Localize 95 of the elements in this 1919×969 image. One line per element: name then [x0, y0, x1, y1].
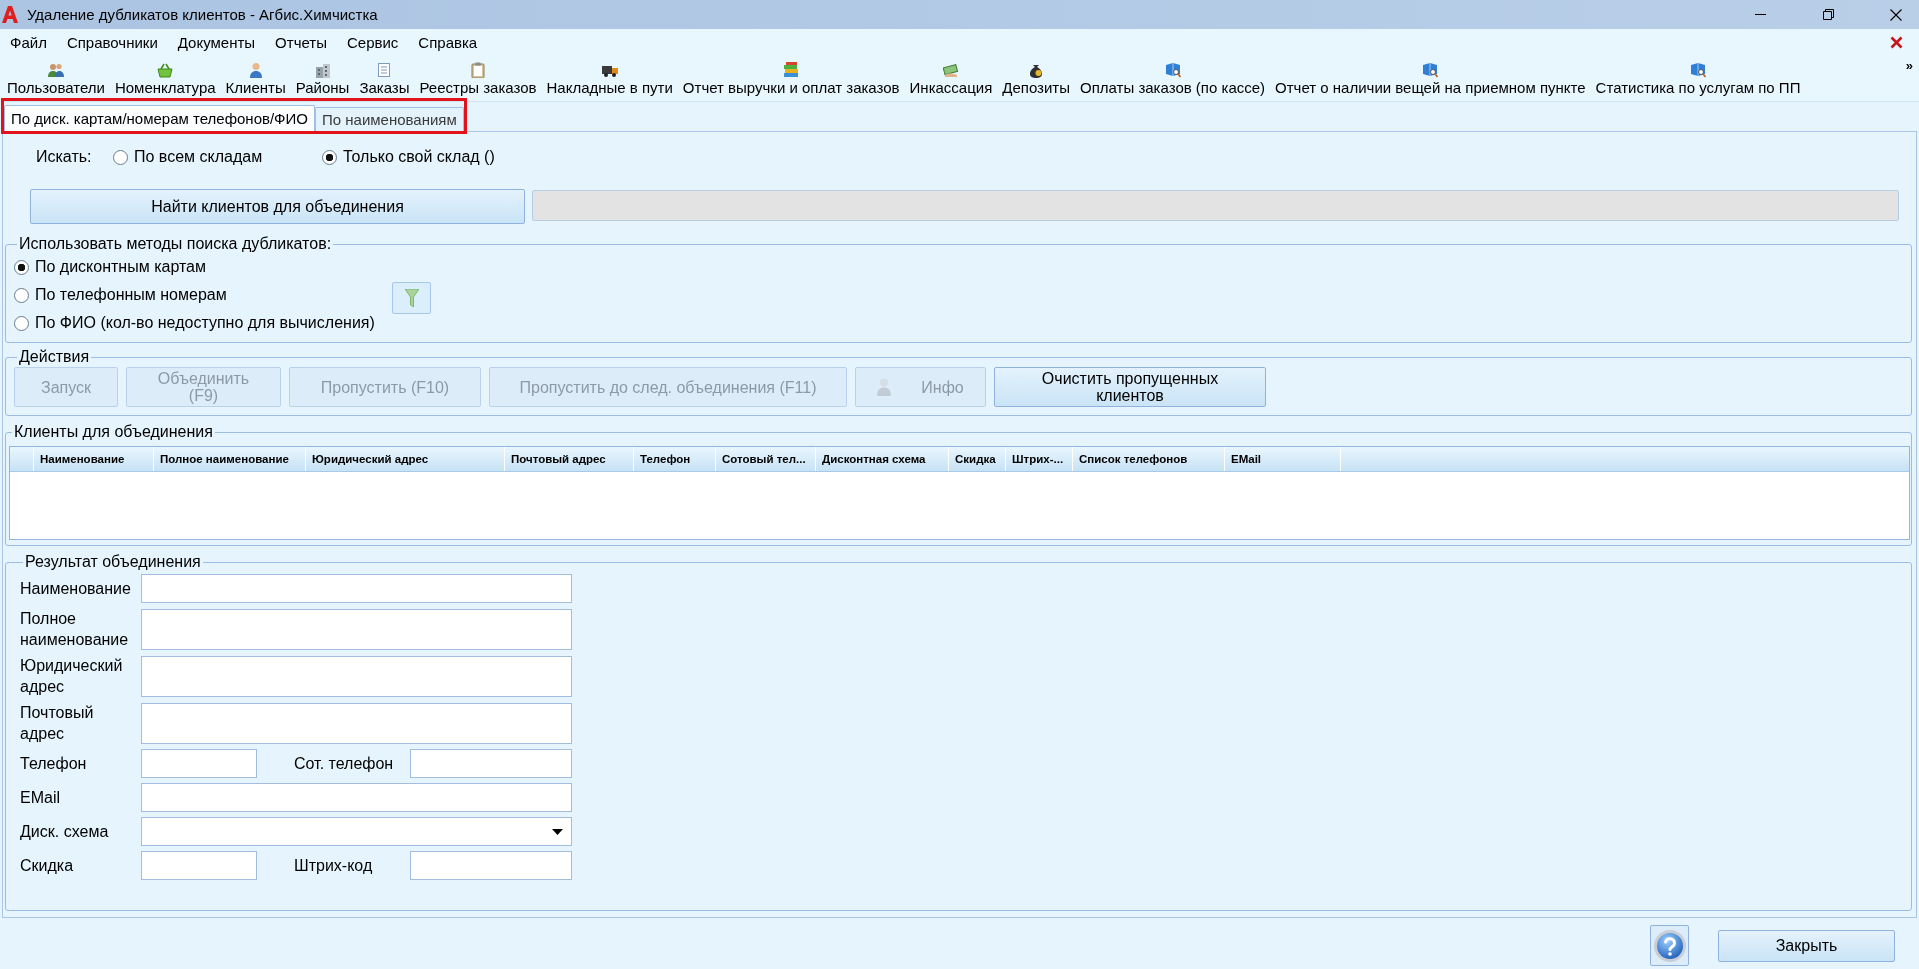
- close-icon[interactable]: [1890, 35, 1903, 49]
- book-search-icon: [1690, 62, 1706, 78]
- toolbar-button[interactable]: Отчет выручки и оплат заказов: [682, 62, 900, 97]
- radio-label[interactable]: По дисконтным картам: [35, 258, 206, 276]
- group-title: Клиенты для объединения: [13, 423, 214, 441]
- field-label: Полное наименование: [20, 609, 130, 650]
- window-title: Удаление дубликатов клиентов - Агбис.Химчистка: [27, 6, 379, 23]
- tab[interactable]: По диск. картам/номерам телефонов/ФИО: [4, 105, 315, 131]
- filter-button[interactable]: [392, 282, 431, 314]
- text-field[interactable]: [141, 702, 572, 744]
- field-label: Скидка: [20, 856, 75, 876]
- search-scope-label: Искать:: [36, 148, 93, 166]
- toolbar-button[interactable]: Реестры заказов: [419, 62, 537, 97]
- toolbar-button[interactable]: Статистика по услугам по ПП: [1595, 62, 1801, 97]
- column-header[interactable]: EMail: [1225, 447, 1341, 471]
- column-header[interactable]: Список телефонов: [1073, 447, 1225, 471]
- radio-button[interactable]: [14, 259, 29, 275]
- money-bag-icon: [1028, 62, 1045, 78]
- menu-item[interactable]: Файл: [0, 33, 57, 51]
- person-icon: [247, 62, 264, 78]
- basket-icon: [157, 62, 174, 78]
- radio-label[interactable]: По всем складам: [134, 148, 263, 166]
- menu-item[interactable]: Документы: [167, 33, 266, 51]
- field-label: Штрих-код: [293, 856, 374, 876]
- clipboard-icon: [470, 62, 486, 78]
- group-title: Результат объединения: [24, 553, 202, 571]
- column-header[interactable]: Дисконтная схема: [816, 447, 949, 471]
- text-field[interactable]: [410, 749, 572, 778]
- restore-icon: [1822, 9, 1834, 20]
- field-label: Диск. схема: [20, 822, 110, 842]
- radio-label[interactable]: По ФИО (кол-во недоступно для вычисления): [35, 314, 375, 332]
- field-label: Сот. телефон: [293, 754, 395, 774]
- menu-item[interactable]: Отчеты: [265, 33, 337, 51]
- toolbar-button[interactable]: Номенклатура: [114, 62, 216, 97]
- toolbar-button[interactable]: Накладные в пути: [546, 62, 673, 97]
- text-field[interactable]: [141, 574, 572, 603]
- text-field[interactable]: [141, 851, 257, 880]
- help-button[interactable]: [1650, 925, 1689, 966]
- minimize-icon: [1754, 14, 1766, 15]
- document-icon: [376, 62, 393, 78]
- field-label: Наименование: [20, 579, 132, 599]
- dropdown-field[interactable]: [141, 817, 572, 846]
- books-icon: [783, 62, 800, 78]
- text-field[interactable]: [141, 608, 572, 650]
- app-logo-icon: [2, 6, 18, 23]
- close-button[interactable]: Закрыть: [1718, 929, 1895, 962]
- group-title: Использовать методы поиска дубликатов:: [18, 235, 333, 253]
- column-header[interactable]: Полное наименование: [154, 447, 306, 471]
- text-field[interactable]: [141, 783, 572, 812]
- menu-item[interactable]: Сервис: [336, 33, 409, 51]
- radio-label[interactable]: Только свой склад (): [343, 148, 495, 166]
- toolbar-button[interactable]: Оплаты заказов (по кассе): [1080, 62, 1266, 97]
- menu-item[interactable]: Справочники: [56, 33, 168, 51]
- toolbar-button[interactable]: Депозиты: [1002, 62, 1070, 97]
- radio-button[interactable]: [14, 315, 29, 331]
- radio-button[interactable]: [14, 287, 29, 303]
- radio-button[interactable]: [113, 149, 128, 165]
- users-icon: [47, 62, 64, 78]
- toolbar-overflow-button[interactable]: »: [1905, 58, 1913, 73]
- field-label: EMail: [20, 788, 61, 808]
- toolbar-button[interactable]: Отчет о наличии вещей на приемном пункте: [1275, 62, 1586, 97]
- menu-item[interactable]: Справка: [408, 33, 488, 51]
- caret-icon: [552, 828, 563, 835]
- text-field[interactable]: [141, 655, 572, 697]
- toolbar-button[interactable]: Инкассация: [909, 62, 993, 97]
- column-header[interactable]: Телефон: [634, 447, 716, 471]
- radio-label[interactable]: По телефонным номерам: [35, 286, 227, 304]
- buildings-icon: [314, 62, 331, 78]
- help-icon: [1652, 928, 1687, 963]
- toolbar-button[interactable]: Пользователи: [7, 62, 105, 97]
- toolbar-button[interactable]: Клиенты: [225, 62, 286, 97]
- column-header[interactable]: Скидка: [949, 447, 1006, 471]
- book-search-icon: [1164, 62, 1181, 78]
- person-icon: [877, 378, 892, 396]
- radio-button[interactable]: [322, 149, 337, 165]
- field-label: Юридический адрес: [20, 656, 124, 697]
- column-header[interactable]: Штрих-...: [1006, 447, 1073, 471]
- toolbar-button[interactable]: Заказы: [359, 62, 410, 97]
- text-field[interactable]: [141, 749, 257, 778]
- toolbar-button[interactable]: Районы: [295, 62, 350, 97]
- find-clients-button[interactable]: Найти клиентов для объединения: [30, 189, 525, 224]
- book-search-icon: [1422, 62, 1439, 78]
- tab[interactable]: По наименованиям: [315, 107, 464, 131]
- column-header[interactable]: Юридический адрес: [306, 447, 505, 471]
- column-header[interactable]: Почтовый адрес: [505, 447, 634, 471]
- field-label: Почтовый адрес: [20, 703, 95, 744]
- action-button[interactable]: Очистить пропущенных клиентов: [994, 367, 1266, 407]
- group-title: Действия: [18, 348, 91, 366]
- banknotes-icon: [942, 62, 959, 78]
- close-icon: [1890, 8, 1902, 21]
- funnel-icon: [404, 289, 419, 307]
- field-label: Телефон: [20, 754, 88, 774]
- text-field[interactable]: [410, 851, 572, 880]
- column-header[interactable]: Наименование: [34, 447, 154, 471]
- column-header[interactable]: Сотовый тел...: [716, 447, 816, 471]
